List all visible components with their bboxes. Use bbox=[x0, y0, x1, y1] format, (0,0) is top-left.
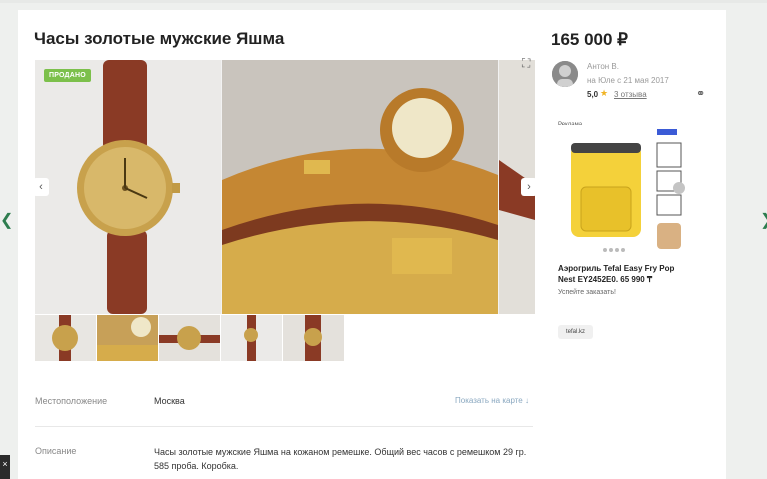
ad-image[interactable] bbox=[557, 125, 689, 255]
subscribe-icon[interactable]: ⚭ bbox=[696, 87, 705, 100]
sold-badge: ПРОДАНО bbox=[44, 69, 91, 82]
top-border bbox=[0, 0, 767, 3]
ad-cta[interactable]: Успейте заказать! bbox=[558, 289, 616, 296]
seller-reviews-link[interactable]: 3 отзыва bbox=[614, 90, 647, 99]
seller-name[interactable]: Антон В. bbox=[587, 62, 619, 71]
close-icon[interactable]: × bbox=[0, 455, 10, 479]
chevron-left-icon[interactable]: ❮ bbox=[0, 210, 13, 230]
chevron-left-icon: ‹ bbox=[39, 181, 43, 193]
thumbnail[interactable] bbox=[97, 315, 158, 361]
description-text: Часы золотые мужские Яшма на кожаном рем… bbox=[154, 447, 527, 471]
ad-title[interactable]: Аэрогриль Tefal Easy Fry Pop Nest EY2452… bbox=[558, 263, 688, 285]
ad-source-link[interactable]: tefal.kz bbox=[558, 325, 594, 339]
location-label: Местоположение bbox=[35, 396, 108, 406]
show-on-map-link[interactable]: Показать на карте ↓ bbox=[455, 396, 529, 405]
photo-watch-crown-closeup[interactable] bbox=[222, 60, 498, 314]
listing-title: Часы золотые мужские Яшма bbox=[34, 29, 285, 48]
chevron-right-icon: › bbox=[527, 181, 531, 193]
thumbnail[interactable] bbox=[221, 315, 282, 361]
description-label: Описание bbox=[35, 446, 77, 456]
chevron-right-icon[interactable]: ❯ bbox=[760, 210, 767, 230]
expand-icon[interactable]: ⛶ bbox=[522, 56, 530, 71]
photo-watch-front[interactable] bbox=[35, 60, 221, 314]
thumbnail[interactable] bbox=[283, 315, 344, 361]
photo-gallery[interactable] bbox=[35, 60, 535, 314]
gallery-next-button[interactable]: › bbox=[521, 178, 537, 196]
location-value: Москва bbox=[154, 396, 185, 406]
star-icon: ★ bbox=[600, 88, 609, 98]
seller-rating: 5,0 bbox=[587, 90, 599, 99]
divider bbox=[35, 426, 533, 427]
seller-since: на Юле с 21 мая 2017 bbox=[587, 76, 669, 85]
thumbnail[interactable] bbox=[35, 315, 96, 361]
gallery-prev-button[interactable]: ‹ bbox=[33, 178, 49, 196]
listing-price: 165 000 ₽ bbox=[551, 30, 628, 49]
thumbnail[interactable] bbox=[159, 315, 220, 361]
seller-avatar[interactable] bbox=[552, 61, 578, 87]
